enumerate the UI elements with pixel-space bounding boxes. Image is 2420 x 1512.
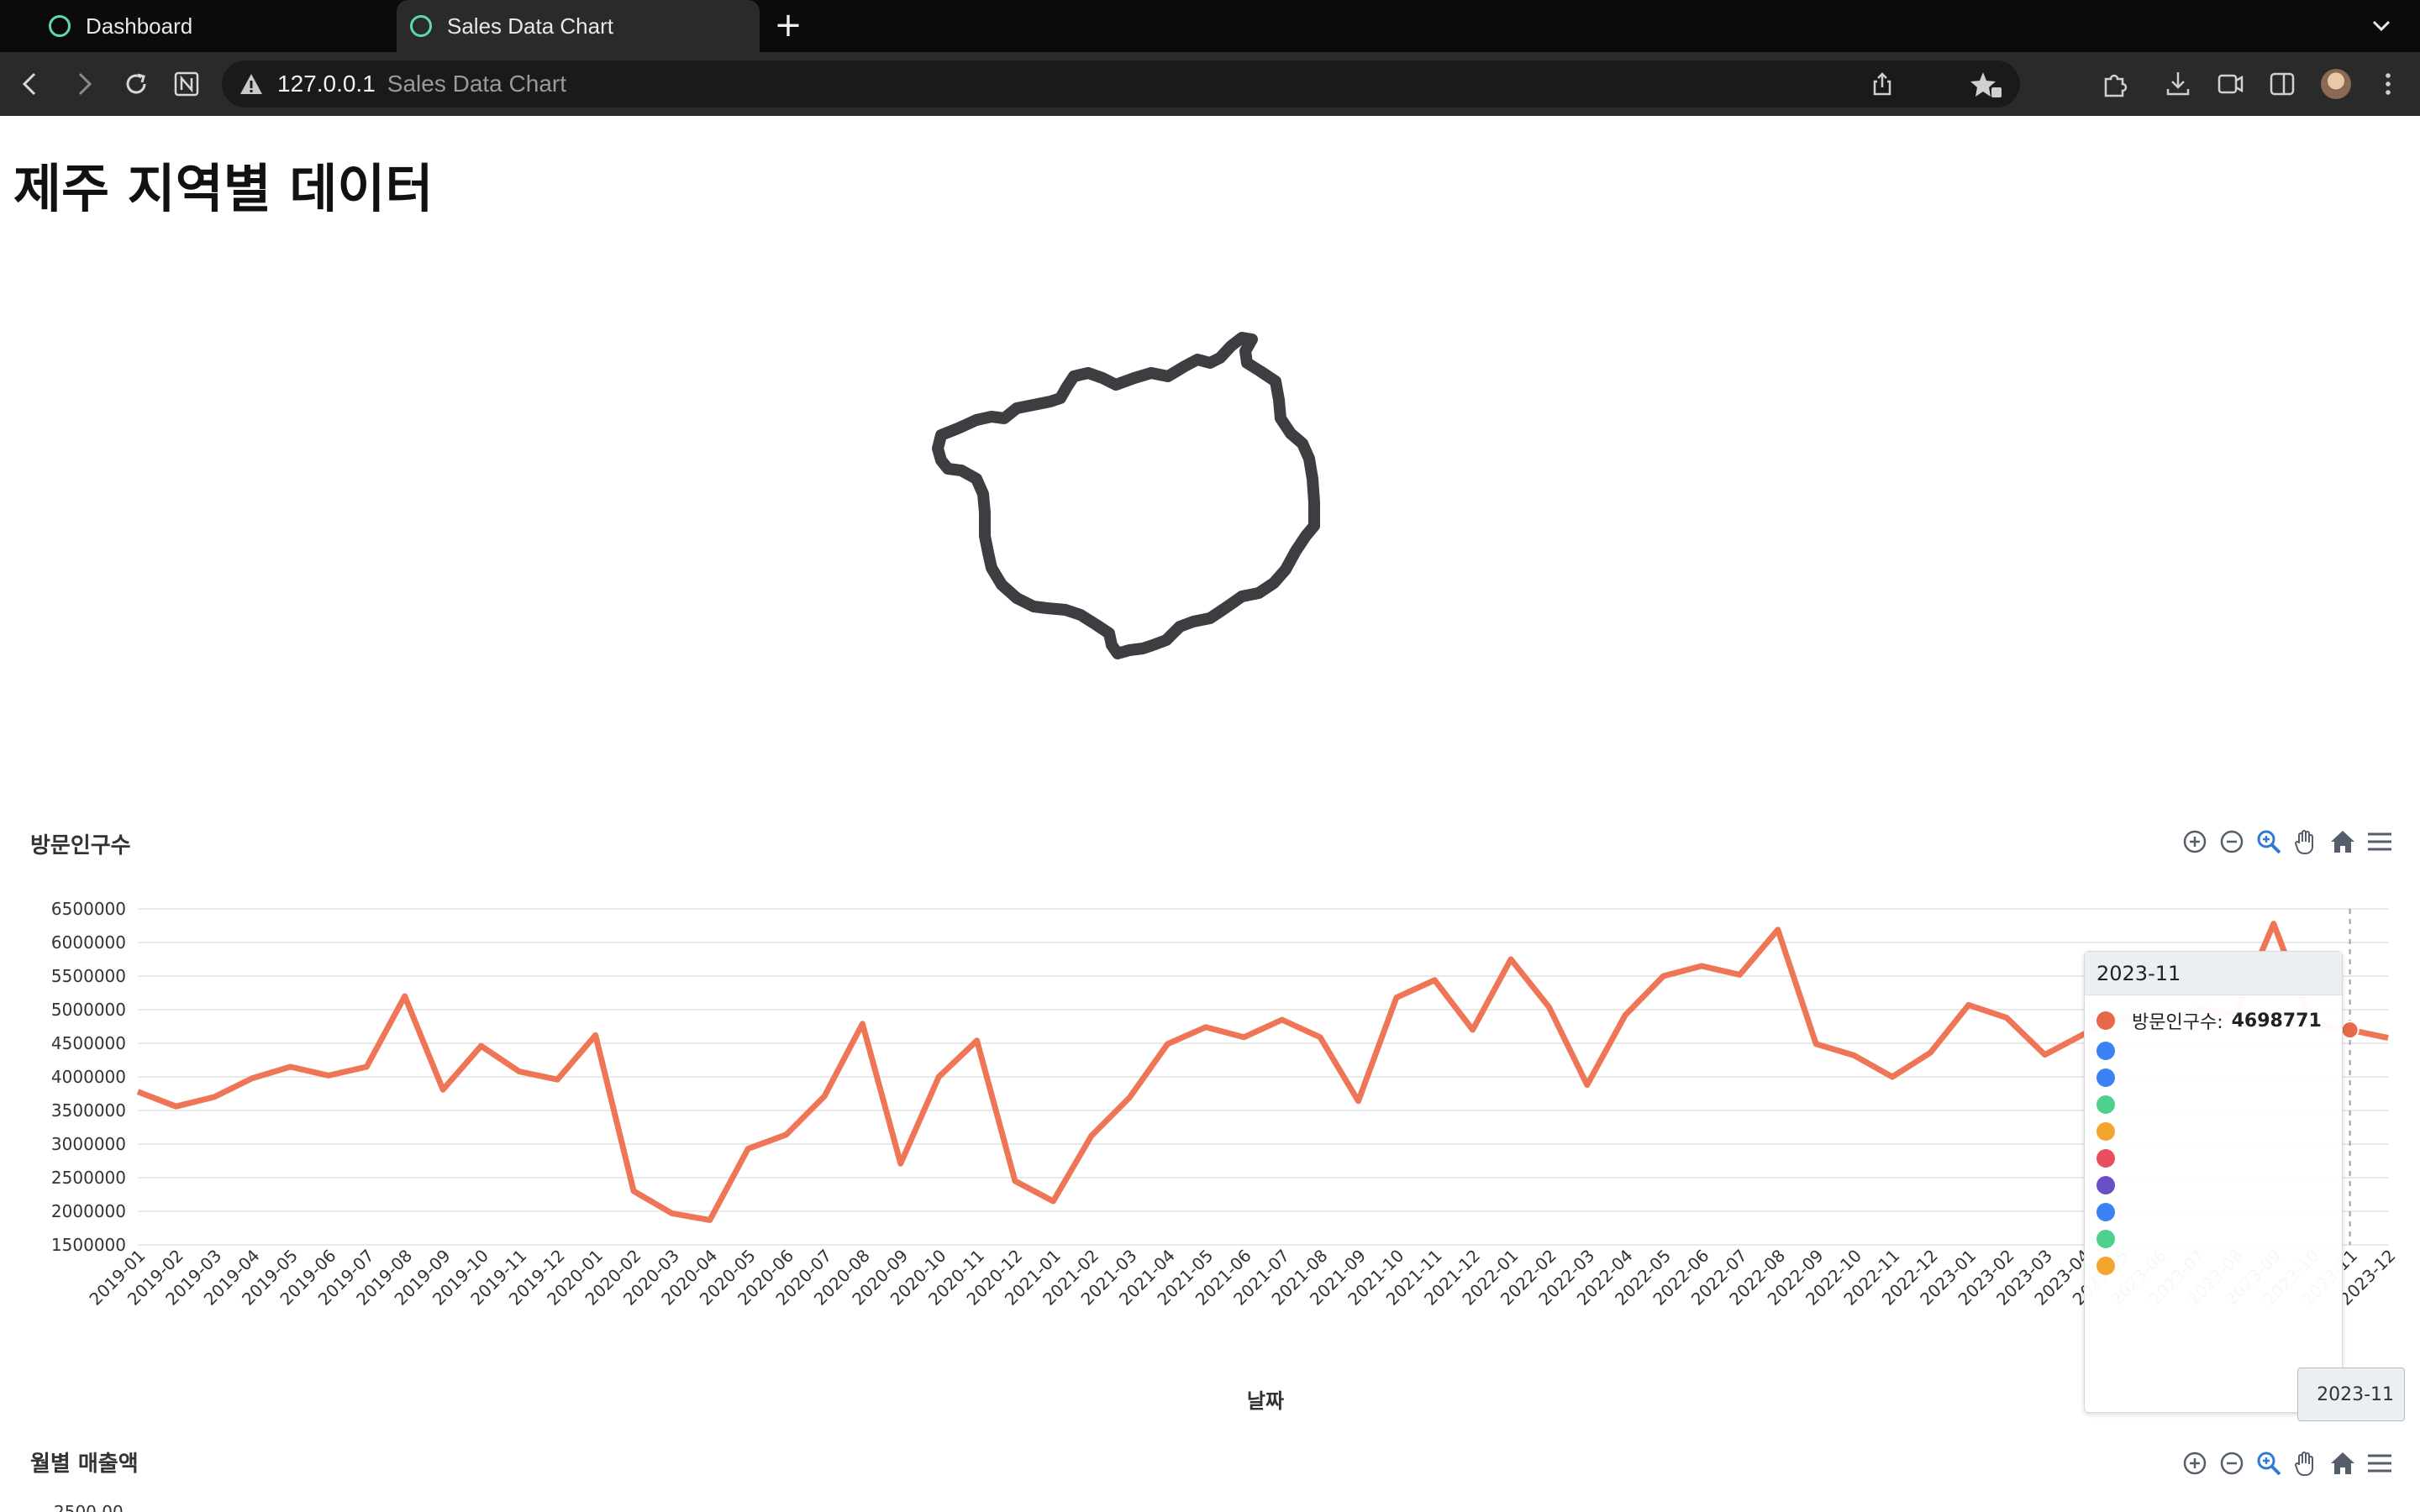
- visitors-chart: 방문인구수 6500000 6000000 5500000 5000000 450000…: [0, 116, 2420, 1512]
- tab-label: Dashboard: [86, 13, 193, 39]
- media-control-icon[interactable]: [2213, 67, 2247, 101]
- series-marker-icon: [2096, 1011, 2115, 1030]
- tooltip-marker-row: [2085, 1226, 2342, 1252]
- y-tick-label: 4000000: [51, 1067, 126, 1087]
- series-marker-icon: [2096, 1203, 2115, 1221]
- download-icon[interactable]: [2161, 67, 2195, 101]
- sales-chart-toolbar: [2180, 1448, 2395, 1478]
- tooltip-marker-row: [2085, 1145, 2342, 1172]
- chevron-down-icon[interactable]: [2368, 12, 2395, 39]
- series-marker-icon: [2096, 1257, 2115, 1275]
- y-tick-label: 4500000: [51, 1033, 126, 1053]
- tooltip-marker-row: [2085, 1199, 2342, 1226]
- profile-avatar[interactable]: [2321, 69, 2351, 99]
- zoom-out-icon[interactable]: [2217, 1448, 2247, 1478]
- y-tick-label: 5000000: [51, 1000, 126, 1020]
- y-tick-label: 5500000: [51, 966, 126, 986]
- tooltip-marker-row: [2085, 1037, 2342, 1064]
- series-marker-icon: [2096, 1122, 2115, 1141]
- series-line: [136, 921, 2389, 1223]
- chart-tooltip: 2023-11 방문인구수: 4698771: [2084, 951, 2343, 1413]
- browser-toolbar: 127.0.0.1 Sales Data Chart: [0, 52, 2420, 116]
- y-tick-label: 2000000: [51, 1201, 126, 1221]
- not-secure-warning-icon[interactable]: [239, 71, 264, 97]
- visitors-series-line: [136, 921, 2389, 1223]
- url-page-title: Sales Data Chart: [387, 71, 566, 97]
- tab-favicon-icon: [410, 15, 432, 37]
- zoom-selection-icon[interactable]: [2254, 1448, 2284, 1478]
- tooltip-marker-row: [2085, 1064, 2342, 1091]
- series-marker-icon: [2096, 1176, 2115, 1194]
- tab-dashboard[interactable]: Dashboard: [49, 0, 393, 52]
- sales-chart-title: 월별 매출액: [30, 1452, 139, 1477]
- tooltip-marker-row: [2085, 1172, 2342, 1199]
- series-marker-icon: [2096, 1042, 2115, 1060]
- address-bar[interactable]: 127.0.0.1 Sales Data Chart: [222, 60, 2020, 108]
- page-content: 제주 지역별 데이터 방문인구수 6500000 6000000 5500000 50…: [0, 116, 2420, 1512]
- y-tick-label: 2500000: [51, 1168, 126, 1188]
- tab-favicon-icon: [49, 15, 71, 37]
- y-tick-label: 1500000: [51, 1235, 126, 1255]
- hover-point-marker: [2340, 1021, 2360, 1040]
- monthly-sales-chart: 월별 매출액 2500.00: [0, 1401, 2420, 1512]
- browser-tab-bar: Dashboard Sales Data Chart +: [0, 0, 2420, 52]
- reset-home-icon[interactable]: [2328, 1448, 2358, 1478]
- tooltip-empty-markers: [2085, 1037, 2342, 1279]
- y-tick-label: 3000000: [51, 1134, 126, 1154]
- kebab-menu-icon[interactable]: [2371, 67, 2405, 101]
- tooltip-marker-row: [2085, 1252, 2342, 1279]
- tab-label: Sales Data Chart: [447, 13, 613, 39]
- pan-icon[interactable]: [2291, 1448, 2321, 1478]
- tab-sales-data-chart[interactable]: Sales Data Chart: [397, 0, 760, 52]
- zoom-in-icon[interactable]: [2180, 1448, 2210, 1478]
- y-axis-tick-labels: 6500000 6000000 5500000 5000000 4500000 40000…: [51, 899, 126, 1255]
- y-tick-label: 6500000: [51, 899, 126, 919]
- menu-icon[interactable]: [2365, 1448, 2395, 1478]
- tooltip-series-label: 방문인구수:: [2132, 1012, 2223, 1033]
- share-icon[interactable]: [1869, 71, 1896, 97]
- bookmark-star-icon[interactable]: [1970, 69, 2003, 99]
- forward-icon[interactable]: [67, 67, 101, 101]
- tooltip-series-row: 방문인구수: 4698771: [2085, 1004, 2342, 1037]
- series-marker-icon: [2096, 1095, 2115, 1114]
- tooltip-marker-row: [2085, 1118, 2342, 1145]
- y-tick-label: 6000000: [51, 932, 126, 953]
- chart-gridlines: [138, 908, 2388, 1246]
- extensions-puzzle-icon[interactable]: [2097, 67, 2131, 101]
- tooltip-marker-row: [2085, 1091, 2342, 1118]
- sales-y-tick-label: 2500.00: [54, 1502, 124, 1512]
- series-marker-icon: [2096, 1068, 2115, 1087]
- url-host: 127.0.0.1: [277, 71, 376, 97]
- series-marker-icon: [2096, 1230, 2115, 1248]
- series-marker-icon: [2096, 1149, 2115, 1168]
- side-panel-icon[interactable]: [2265, 67, 2299, 101]
- reload-icon[interactable]: [119, 67, 153, 101]
- notion-extension-icon[interactable]: [170, 67, 203, 101]
- new-tab-button[interactable]: +: [773, 8, 803, 42]
- x-axis-tick-labels: 2019-012019-022019-032019-042019-052019-…: [85, 1246, 2399, 1310]
- back-icon[interactable]: [13, 67, 47, 101]
- visitors-line-chart: 6500000 6000000 5500000 5000000 4500000 40000…: [51, 899, 2400, 1413]
- tooltip-series-value: 4698771: [2231, 1010, 2322, 1032]
- y-tick-label: 3500000: [51, 1100, 126, 1121]
- tooltip-title: 2023-11: [2085, 952, 2342, 995]
